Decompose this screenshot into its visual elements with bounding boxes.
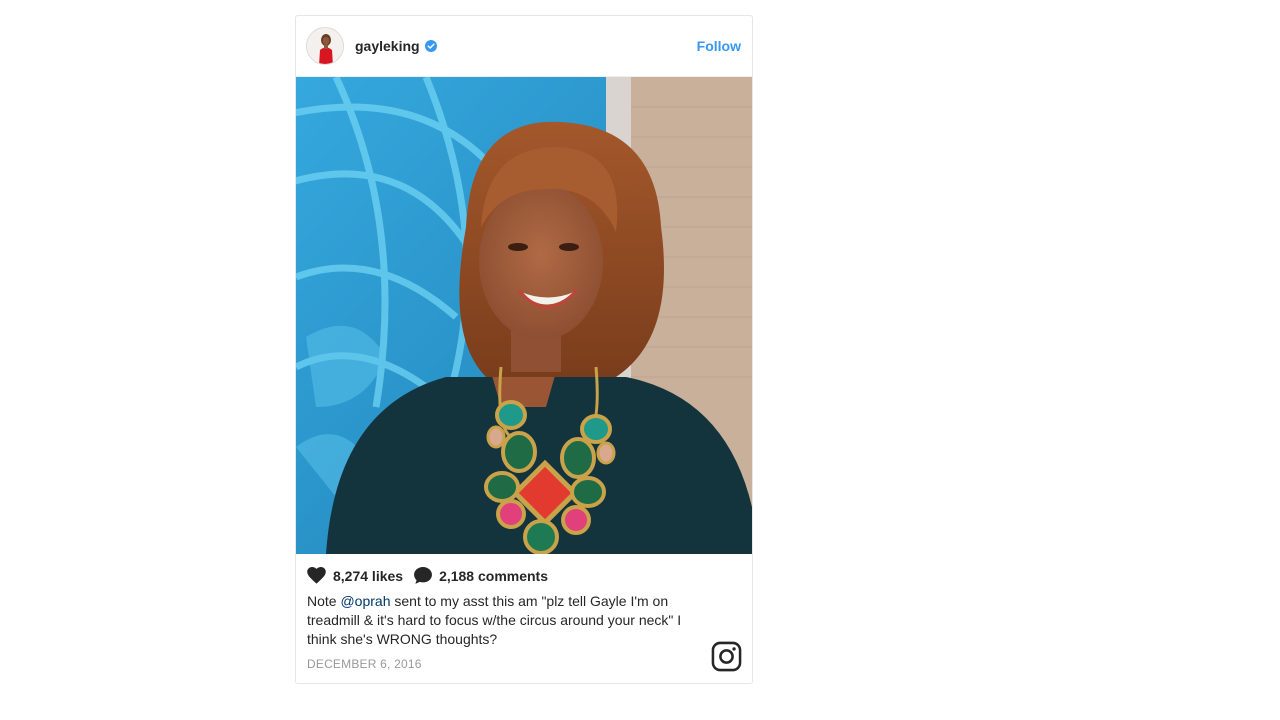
comment-bubble-icon — [414, 567, 433, 584]
post-date: DECEMBER 6, 2016 — [307, 657, 422, 671]
post-photo[interactable] — [296, 77, 752, 554]
comments-stat[interactable]: 2,188 comments — [414, 567, 548, 584]
heart-icon — [307, 567, 326, 584]
likes-stat[interactable]: 8,274 likes — [307, 567, 403, 584]
post-caption: Note @oprah sent to my asst this am "plz… — [307, 592, 707, 649]
follow-button[interactable]: Follow — [697, 38, 741, 54]
post-header: gayleking Follow — [296, 16, 752, 77]
caption-prefix: Note — [307, 593, 341, 609]
instagram-logo-icon[interactable] — [711, 641, 742, 672]
comments-count: 2,188 comments — [439, 567, 549, 584]
likes-count: 8,274 likes — [333, 567, 404, 584]
post-footer: 8,274 likes 2,188 comments Note @oprah s… — [296, 554, 752, 684]
instagram-embed: gayleking Follow 8,274 likes 2,188 comme… — [295, 15, 753, 684]
caption-mention-link[interactable]: @oprah — [340, 593, 390, 609]
post-stats: 8,274 likes 2,188 comments — [307, 567, 741, 584]
avatar[interactable] — [306, 27, 344, 65]
username[interactable]: gayleking — [355, 38, 420, 54]
verified-badge-icon — [424, 40, 437, 52]
